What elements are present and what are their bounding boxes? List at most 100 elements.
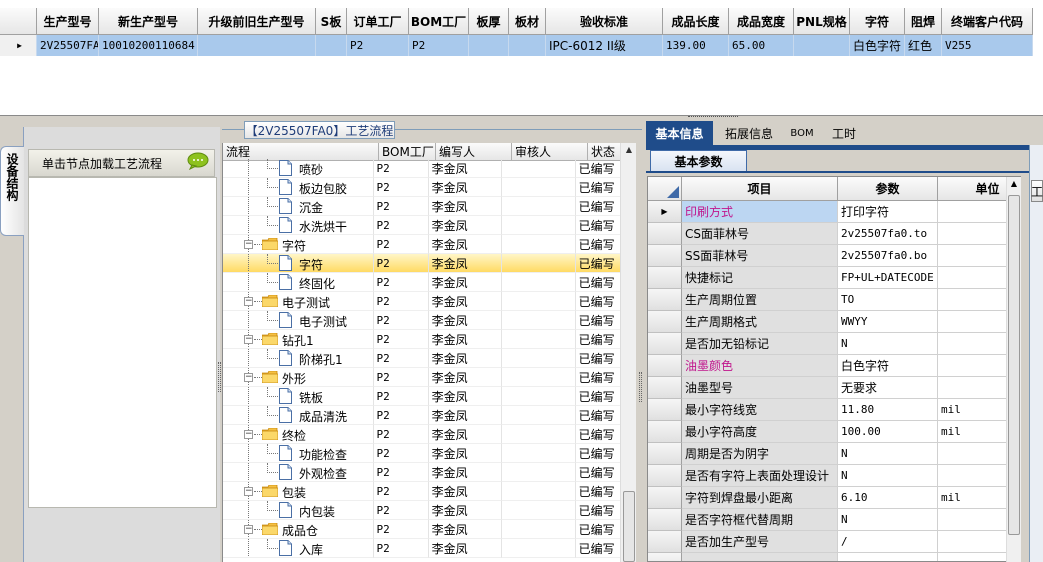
collapse-icon[interactable]: − — [244, 373, 253, 382]
param-value[interactable]: 白色字符 — [838, 355, 938, 377]
bom-factory-cell[interactable]: P2 — [373, 463, 429, 482]
tab-basic-info[interactable]: 基本信息 — [646, 121, 713, 145]
bom-factory-cell[interactable]: P2 — [373, 216, 429, 235]
device-tree-area[interactable] — [28, 177, 217, 508]
process-step-row[interactable]: 喷砂 P2 李金凤 已编写 — [223, 159, 623, 178]
editor-cell[interactable]: 李金凤 — [428, 159, 503, 178]
status-cell[interactable]: 已编写 — [575, 444, 623, 463]
col-header[interactable]: 成品宽度 — [729, 8, 794, 35]
param-value[interactable]: 2v25507fa0.bo — [838, 245, 938, 267]
cell[interactable]: 2V25507FA0 — [37, 35, 99, 56]
reviewer-cell[interactable] — [502, 311, 576, 330]
bom-factory-cell[interactable]: P2 — [373, 444, 429, 463]
tree-cell[interactable]: − 字符 — [223, 235, 374, 254]
process-step-row[interactable]: 水洗烘干 P2 李金凤 已编写 — [223, 216, 623, 235]
reviewer-cell[interactable] — [502, 254, 576, 273]
reviewer-cell[interactable] — [502, 216, 576, 235]
cell[interactable]: 红色 — [905, 35, 942, 56]
process-group-row[interactable]: − 钻孔1 P2 李金凤 已编写 — [223, 330, 623, 349]
param-row[interactable] — [648, 553, 1020, 561]
status-cell[interactable]: 已编写 — [575, 501, 623, 520]
param-row[interactable]: SS面菲林号 2v25507fa0.bo — [648, 245, 1020, 267]
editor-cell[interactable]: 李金凤 — [428, 539, 503, 558]
process-step-row[interactable]: 电子测试 P2 李金凤 已编写 — [223, 311, 623, 330]
cell[interactable]: P2 — [347, 35, 409, 56]
scroll-thumb[interactable] — [623, 491, 635, 562]
editor-cell[interactable]: 李金凤 — [428, 216, 503, 235]
process-group-row[interactable]: − 成品仓 P2 李金凤 已编写 — [223, 520, 623, 539]
editor-cell[interactable]: 李金凤 — [428, 425, 503, 444]
status-cell[interactable]: 已编写 — [575, 311, 623, 330]
col-header[interactable]: 成品长度 — [663, 8, 729, 35]
status-cell[interactable]: 已编写 — [575, 387, 623, 406]
tree-cell[interactable]: 阶梯孔1 — [223, 349, 374, 368]
col-header[interactable]: 板材 — [509, 8, 546, 35]
param-row[interactable]: ▶ 印刷方式 打印字符 — [648, 201, 1020, 223]
param-row[interactable]: CS面菲林号 2v25507fa0.to — [648, 223, 1020, 245]
process-step-row[interactable]: 成品清洗 P2 李金凤 已编写 — [223, 406, 623, 425]
reviewer-cell[interactable] — [502, 501, 576, 520]
reviewer-cell[interactable] — [502, 539, 576, 558]
param-row[interactable]: 是否字符框代替周期 N — [648, 509, 1020, 531]
status-cell[interactable]: 已编写 — [575, 482, 623, 501]
bom-factory-cell[interactable]: P2 — [373, 349, 429, 368]
tree-cell[interactable]: 水洗烘干 — [223, 216, 374, 235]
collapse-icon[interactable]: − — [244, 297, 253, 306]
tree-cell[interactable]: 字符 — [223, 254, 374, 273]
tree-cell[interactable]: 板边包胶 — [223, 178, 374, 197]
param-value[interactable]: N — [838, 465, 938, 487]
collapse-icon[interactable]: − — [244, 487, 253, 496]
editor-cell[interactable]: 李金凤 — [428, 254, 503, 273]
cell[interactable] — [509, 35, 546, 56]
editor-cell[interactable]: 李金凤 — [428, 368, 503, 387]
param-row[interactable]: 是否加无铅标记 N — [648, 333, 1020, 355]
col-header[interactable]: 订单工厂 — [347, 8, 409, 35]
col-header[interactable]: 新生产型号 — [99, 8, 198, 35]
col-header[interactable]: 项目 — [682, 177, 838, 201]
editor-cell[interactable]: 李金凤 — [428, 273, 503, 292]
reviewer-cell[interactable] — [502, 387, 576, 406]
cell[interactable]: 10010200110684 — [99, 35, 198, 56]
bom-factory-cell[interactable]: P2 — [373, 178, 429, 197]
process-step-row[interactable]: 板边包胶 P2 李金凤 已编写 — [223, 178, 623, 197]
status-cell[interactable]: 已编写 — [575, 254, 623, 273]
param-value[interactable]: TO — [838, 289, 938, 311]
reviewer-cell[interactable] — [502, 292, 576, 311]
process-step-row[interactable]: 阶梯孔1 P2 李金凤 已编写 — [223, 349, 623, 368]
process-group-row[interactable]: − 包装 P2 李金凤 已编写 — [223, 482, 623, 501]
process-step-row[interactable]: 字符 P2 李金凤 已编写 — [223, 254, 623, 273]
tree-cell[interactable]: − 成品仓 — [223, 520, 374, 539]
status-cell[interactable]: 已编写 — [575, 178, 623, 197]
col-header[interactable]: 板厚 — [469, 8, 509, 35]
tree-cell[interactable]: 外观检查 — [223, 463, 374, 482]
param-row[interactable]: 周期是否为阴字 N — [648, 443, 1020, 465]
reviewer-cell[interactable] — [502, 368, 576, 387]
process-step-row[interactable]: 功能检查 P2 李金凤 已编写 — [223, 444, 623, 463]
status-cell[interactable]: 已编写 — [575, 520, 623, 539]
tree-cell[interactable]: 终固化 — [223, 273, 374, 292]
process-group-row[interactable]: − 终检 P2 李金凤 已编写 — [223, 425, 623, 444]
param-row[interactable]: 最小字符线宽 11.80 mil — [648, 399, 1020, 421]
params-grid[interactable]: 项目 参数 单位 ▶ 印刷方式 打印字符 CS面菲林号 2v25507fa0.to SS面… — [647, 176, 1021, 562]
process-group-row[interactable]: − 外形 P2 李金凤 已编写 — [223, 368, 623, 387]
reviewer-cell[interactable] — [502, 425, 576, 444]
process-step-row[interactable]: 内包装 P2 李金凤 已编写 — [223, 501, 623, 520]
param-value[interactable]: 无要求 — [838, 377, 938, 399]
tree-cell[interactable]: 铣板 — [223, 387, 374, 406]
editor-cell[interactable]: 李金凤 — [428, 482, 503, 501]
bom-factory-cell[interactable]: P2 — [373, 539, 429, 558]
process-tree-grid[interactable]: 流程 BOM工厂 编写人 审核人 状态 喷砂 P2 李金凤 已编写 板边包胶 P2 李金凤已… — [222, 143, 636, 562]
scroll-up-icon[interactable]: ▲ — [1007, 179, 1021, 193]
status-cell[interactable]: 已编写 — [575, 216, 623, 235]
col-header[interactable]: BOM工厂 — [409, 8, 469, 35]
param-value[interactable]: WWYY — [838, 311, 938, 333]
editor-cell[interactable]: 李金凤 — [428, 197, 503, 216]
params-scrollbar[interactable]: ▲ — [1006, 177, 1021, 562]
reviewer-cell[interactable] — [502, 273, 576, 292]
bom-factory-cell[interactable]: P2 — [373, 501, 429, 520]
editor-cell[interactable]: 李金凤 — [428, 330, 503, 349]
right-splitter[interactable] — [637, 122, 645, 562]
tree-cell[interactable]: 成品清洗 — [223, 406, 374, 425]
tree-cell[interactable]: 沉金 — [223, 197, 374, 216]
status-cell[interactable]: 已编写 — [575, 463, 623, 482]
